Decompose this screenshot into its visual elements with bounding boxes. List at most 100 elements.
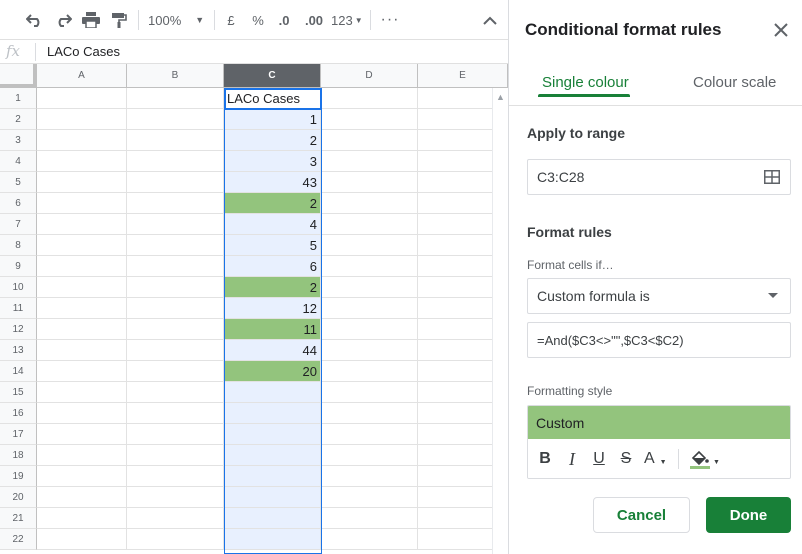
cell-d20[interactable] (321, 487, 418, 508)
cell-b16[interactable] (127, 403, 224, 424)
cell-c7[interactable]: 4 (224, 214, 321, 235)
row-header[interactable]: 14 (0, 361, 37, 382)
row-header[interactable]: 20 (0, 487, 37, 508)
cell-a14[interactable] (37, 361, 127, 382)
cell-b6[interactable] (127, 193, 224, 214)
cell-d12[interactable] (321, 319, 418, 340)
cell-d6[interactable] (321, 193, 418, 214)
cell-a15[interactable] (37, 382, 127, 403)
vertical-scrollbar[interactable]: ▲ (492, 88, 508, 554)
row-header[interactable]: 9 (0, 256, 37, 277)
fill-color-button[interactable]: ▼ (690, 449, 724, 469)
cell-d2[interactable] (321, 109, 418, 130)
print-icon[interactable] (80, 9, 102, 31)
row-header[interactable]: 17 (0, 424, 37, 445)
cell-c3[interactable]: 2 (224, 130, 321, 151)
zoom-dropdown[interactable]: 100% ▼ (148, 9, 206, 31)
cell-d17[interactable] (321, 424, 418, 445)
cell-c19[interactable] (224, 466, 321, 487)
cell-b7[interactable] (127, 214, 224, 235)
cell-d1[interactable] (321, 88, 418, 109)
row-header[interactable]: 13 (0, 340, 37, 361)
cell-b15[interactable] (127, 382, 224, 403)
underline-button[interactable]: U (590, 449, 608, 469)
cell-a10[interactable] (37, 277, 127, 298)
cell-c13[interactable]: 44 (224, 340, 321, 361)
close-icon[interactable] (771, 20, 791, 40)
cell-b11[interactable] (127, 298, 224, 319)
cell-d19[interactable] (321, 466, 418, 487)
cell-a12[interactable] (37, 319, 127, 340)
cell-a3[interactable] (37, 130, 127, 151)
cell-c20[interactable] (224, 487, 321, 508)
cell-a20[interactable] (37, 487, 127, 508)
text-color-button[interactable]: A ▼ (644, 449, 674, 469)
cell-c14[interactable]: 20 (224, 361, 321, 382)
cell-d15[interactable] (321, 382, 418, 403)
cell-b3[interactable] (127, 130, 224, 151)
cell-c22[interactable] (224, 529, 321, 550)
condition-dropdown[interactable]: Custom formula is (527, 278, 791, 314)
row-header[interactable]: 6 (0, 193, 37, 214)
cell-d4[interactable] (321, 151, 418, 172)
more-options-icon[interactable]: ··· (380, 9, 400, 31)
cell-b14[interactable] (127, 361, 224, 382)
cell-d14[interactable] (321, 361, 418, 382)
cell-c8[interactable]: 5 (224, 235, 321, 256)
cell-d7[interactable] (321, 214, 418, 235)
cell-d16[interactable] (321, 403, 418, 424)
more-formats-dropdown[interactable]: 123 ▼ (331, 9, 363, 31)
row-header[interactable]: 8 (0, 235, 37, 256)
cell-a6[interactable] (37, 193, 127, 214)
cell-d11[interactable] (321, 298, 418, 319)
style-preview[interactable]: Custom (528, 406, 790, 439)
italic-button[interactable]: I (563, 449, 581, 469)
row-header[interactable]: 7 (0, 214, 37, 235)
tab-single-colour[interactable]: Single colour (542, 74, 629, 91)
formula-input[interactable]: LACo Cases (47, 44, 120, 59)
cell-b19[interactable] (127, 466, 224, 487)
cell-c21[interactable] (224, 508, 321, 529)
cell-b20[interactable] (127, 487, 224, 508)
cell-b8[interactable] (127, 235, 224, 256)
cell-d18[interactable] (321, 445, 418, 466)
cell-b10[interactable] (127, 277, 224, 298)
row-header[interactable]: 10 (0, 277, 37, 298)
undo-icon[interactable] (24, 9, 46, 31)
range-input[interactable]: C3:C28 (527, 159, 791, 195)
cell-c12[interactable]: 11 (224, 319, 321, 340)
column-header-e[interactable]: E (418, 64, 508, 88)
cell-c1[interactable]: LACo Cases (224, 88, 321, 109)
column-header-b[interactable]: B (127, 64, 224, 88)
cell-a8[interactable] (37, 235, 127, 256)
cell-a2[interactable] (37, 109, 127, 130)
cell-c15[interactable] (224, 382, 321, 403)
cell-d5[interactable] (321, 172, 418, 193)
cell-d21[interactable] (321, 508, 418, 529)
cell-a19[interactable] (37, 466, 127, 487)
row-header[interactable]: 16 (0, 403, 37, 424)
cell-d8[interactable] (321, 235, 418, 256)
spreadsheet-grid[interactable]: A B C D E 1 LACo Cases 2 1 3 2 4 3 5 43 6 2 7 4 8 5 9 6 10 2 11 12… (0, 64, 508, 554)
cell-c9[interactable]: 6 (224, 256, 321, 277)
cell-a11[interactable] (37, 298, 127, 319)
cell-d3[interactable] (321, 130, 418, 151)
cell-d9[interactable] (321, 256, 418, 277)
row-header[interactable]: 18 (0, 445, 37, 466)
cancel-button[interactable]: Cancel (593, 497, 690, 533)
strikethrough-button[interactable]: S (617, 449, 635, 469)
cell-c4[interactable]: 3 (224, 151, 321, 172)
cell-c10[interactable]: 2 (224, 277, 321, 298)
cell-c5[interactable]: 43 (224, 172, 321, 193)
cell-d22[interactable] (321, 529, 418, 550)
decrease-decimals-button[interactable]: .0 (274, 9, 294, 31)
cell-a7[interactable] (37, 214, 127, 235)
cell-c6[interactable]: 2 (224, 193, 321, 214)
cell-b9[interactable] (127, 256, 224, 277)
row-header[interactable]: 19 (0, 466, 37, 487)
select-range-icon[interactable] (764, 170, 780, 187)
cell-b22[interactable] (127, 529, 224, 550)
column-header-a[interactable]: A (37, 64, 127, 88)
cell-c18[interactable] (224, 445, 321, 466)
cell-c17[interactable] (224, 424, 321, 445)
